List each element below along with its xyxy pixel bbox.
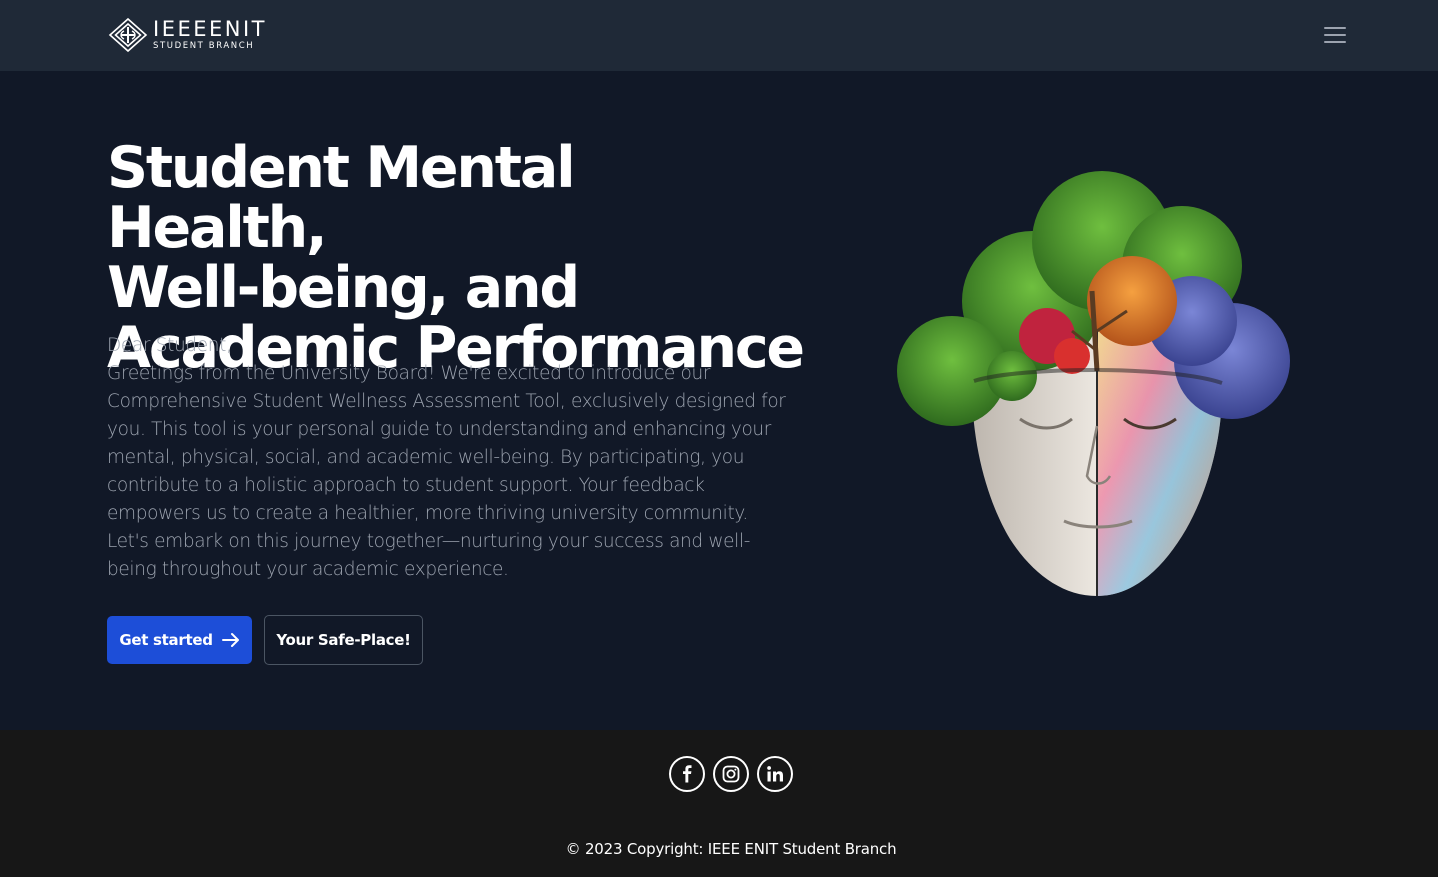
- intro-paragraph: Greetings from the University Board! We'…: [107, 363, 786, 580]
- facebook-link[interactable]: [669, 756, 705, 792]
- hamburger-menu-button[interactable]: [1320, 23, 1350, 47]
- brand-logo[interactable]: IEEEENIT STUDENT BRANCH: [107, 17, 267, 53]
- brand-title: IEEEENIT: [153, 17, 267, 42]
- linkedin-icon: [767, 766, 783, 782]
- safe-place-label: Your Safe-Place!: [276, 631, 411, 649]
- intro-text: Dear Student, Greetings from the Univers…: [107, 332, 787, 584]
- hero-section: Student Mental Health, Well-being, and A…: [0, 71, 1438, 730]
- arrow-right-icon: [221, 633, 239, 647]
- hamburger-line: [1324, 41, 1346, 43]
- title-line-1: Student Mental Health,: [107, 135, 576, 261]
- human-head-with-trees-illustration: [897, 171, 1290, 596]
- navbar: IEEEENIT STUDENT BRANCH: [0, 0, 1438, 71]
- linkedin-link[interactable]: [757, 756, 793, 792]
- instagram-icon: [722, 765, 740, 783]
- greeting-text: Dear Student,: [107, 335, 232, 356]
- ieee-diamond-logo-icon: [108, 17, 148, 53]
- brand-subtitle: STUDENT BRANCH: [153, 41, 255, 52]
- get-started-label: Get started: [119, 631, 213, 649]
- brand-wordmark: IEEEENIT STUDENT BRANCH: [153, 19, 267, 51]
- instagram-link[interactable]: [713, 756, 749, 792]
- safe-place-button[interactable]: Your Safe-Place!: [264, 615, 423, 665]
- hamburger-menu-icon: [1324, 27, 1346, 29]
- title-line-2: Well-being, and: [107, 255, 580, 321]
- get-started-button[interactable]: Get started: [107, 616, 252, 664]
- footer: © 2023 Copyright: IEEE ENIT Student Bran…: [0, 730, 1438, 877]
- copyright-text: © 2023 Copyright: IEEE ENIT Student Bran…: [565, 840, 897, 858]
- hamburger-line: [1324, 34, 1346, 36]
- facebook-icon: [683, 765, 692, 783]
- social-links: [669, 756, 793, 792]
